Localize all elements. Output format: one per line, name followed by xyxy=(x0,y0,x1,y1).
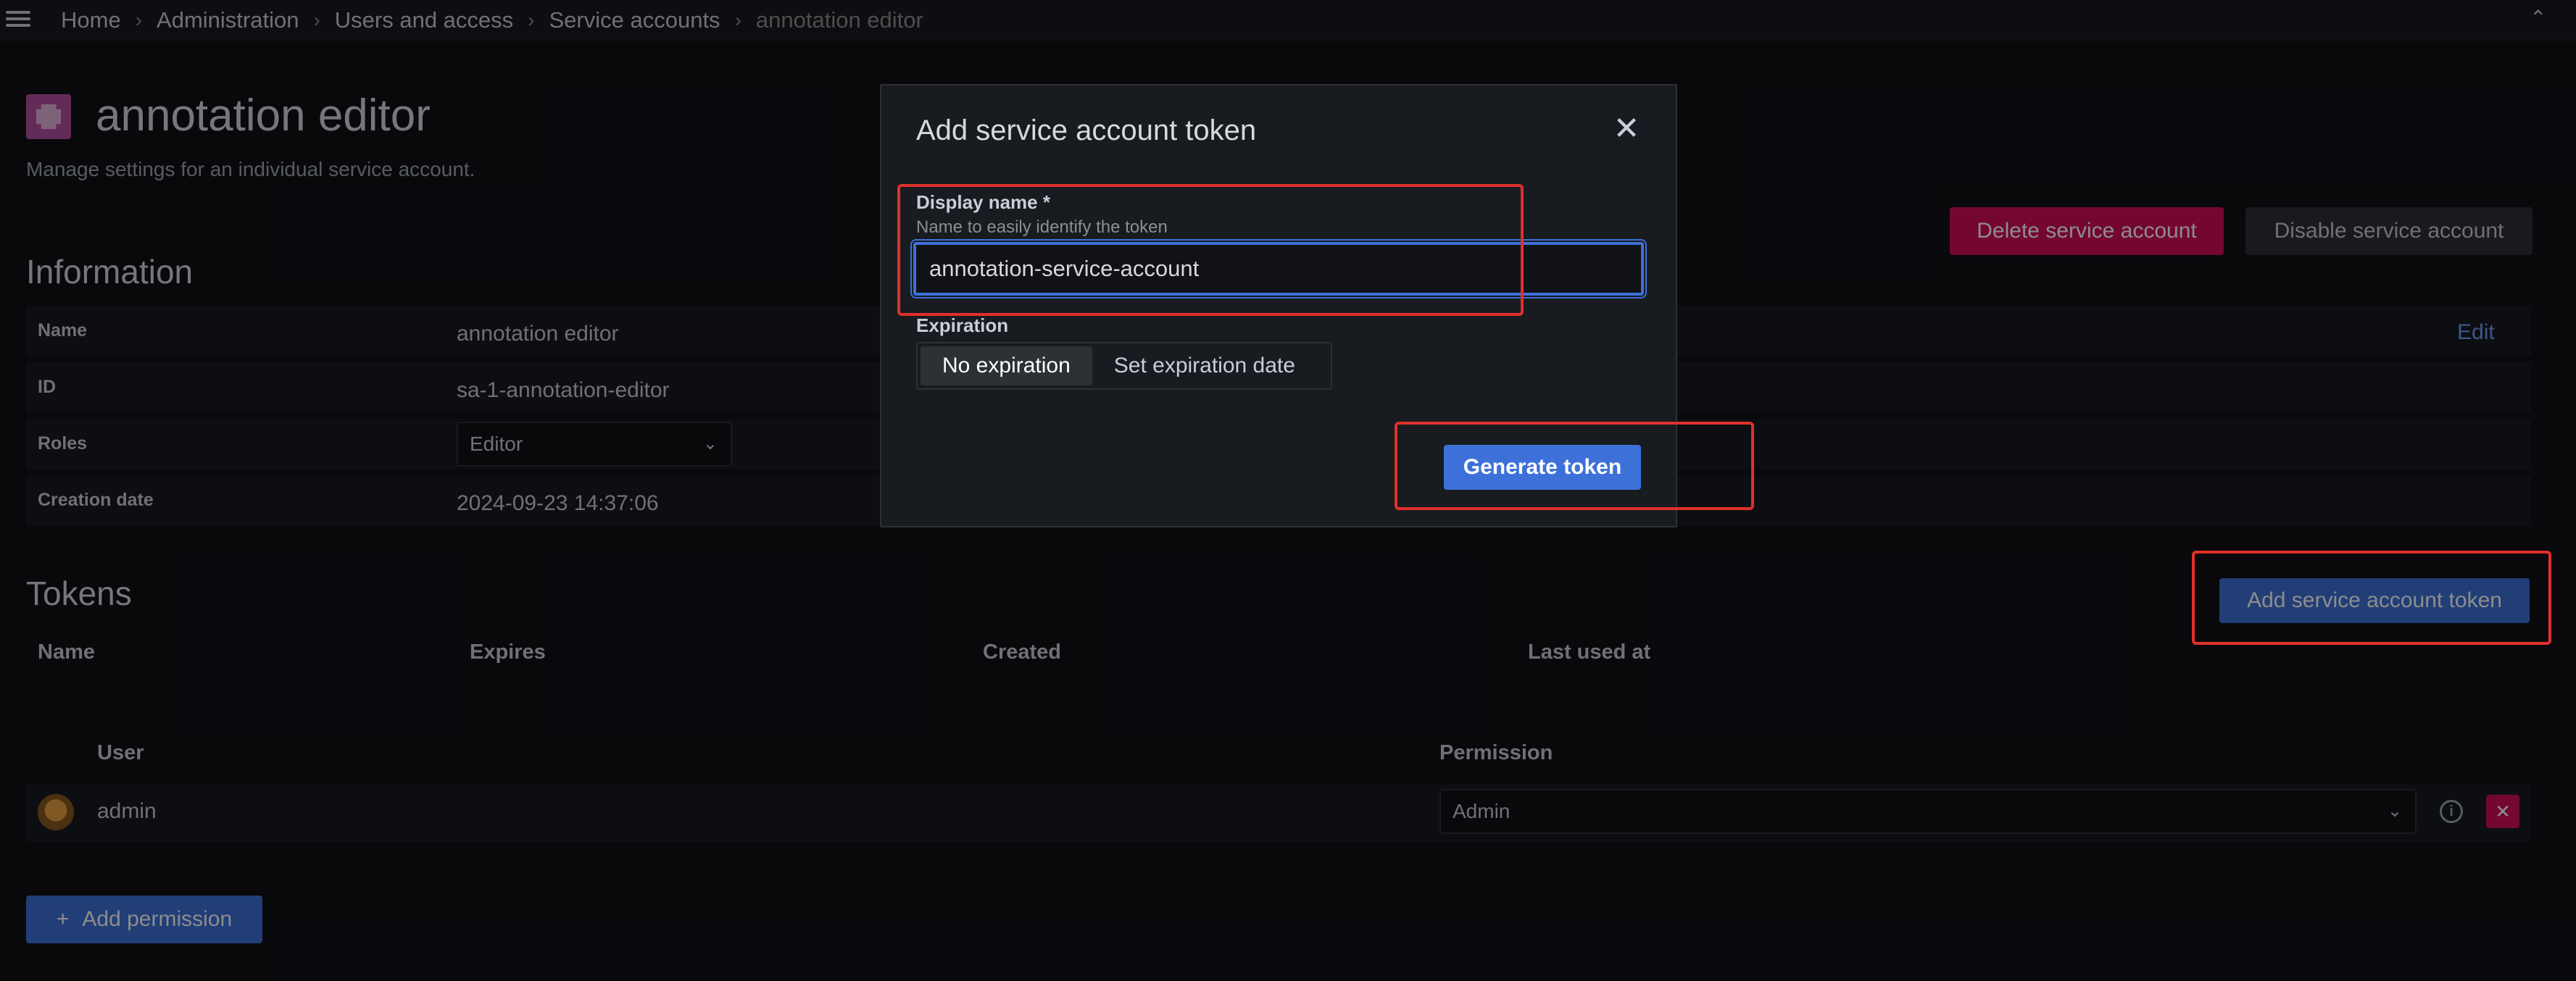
highlight-generate-token xyxy=(1395,422,1754,510)
expiration-radio-group: No expiration Set expiration date xyxy=(916,342,1332,390)
highlight-add-token xyxy=(2192,551,2551,645)
no-expiration-option[interactable]: No expiration xyxy=(921,346,1092,385)
highlight-display-name xyxy=(897,184,1524,316)
set-expiration-date-option[interactable]: Set expiration date xyxy=(1092,346,1317,385)
modal-title: Add service account token xyxy=(916,114,1257,146)
expiration-label: Expiration xyxy=(916,314,1009,336)
close-icon[interactable]: ✕ xyxy=(1611,113,1642,145)
